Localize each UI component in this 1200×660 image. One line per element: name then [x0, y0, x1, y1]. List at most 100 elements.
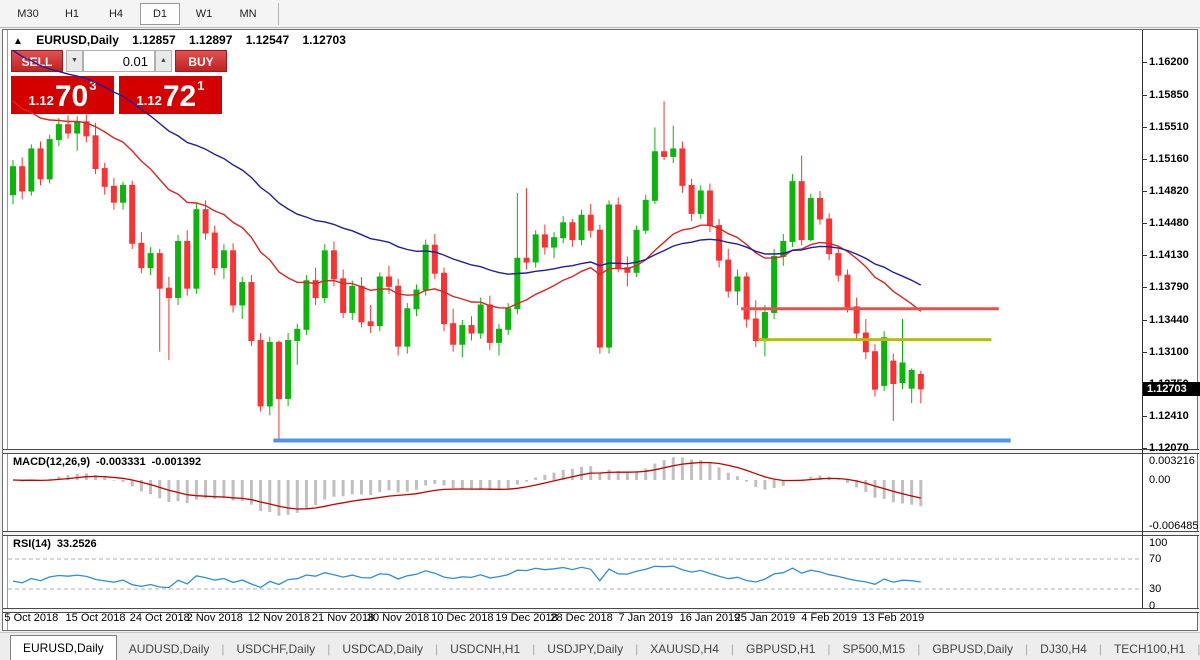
price-axis-label: 1.12410 — [1149, 410, 1189, 423]
rsi-axis-label: 0 — [1149, 600, 1156, 612]
candle-up — [321, 250, 328, 299]
timeframe-button-h1[interactable]: H1 — [52, 3, 92, 25]
candle-up — [266, 341, 273, 407]
chart-window: ▲ EURUSD,Daily 1.12857 1.12897 1.12547 1… — [2, 29, 1200, 631]
candle-down — [468, 325, 475, 334]
tab-dj30-h4[interactable]: DJ30,H4 — [1028, 638, 1099, 660]
price-axis-label: 1.14820 — [1149, 184, 1189, 197]
timeframe-button-m30[interactable]: M30 — [8, 3, 48, 25]
macd-pane[interactable] — [8, 453, 1141, 531]
candle-up — [46, 139, 53, 180]
rsi-axis-label: 30 — [1149, 583, 1162, 595]
candle-down — [725, 259, 732, 292]
candle-up — [303, 280, 310, 330]
price-axis-label: 1.15160 — [1149, 153, 1189, 166]
candle-up — [761, 311, 768, 342]
candle-down — [853, 306, 860, 334]
price-axis-tick — [1143, 190, 1147, 192]
tab-tech100-h1[interactable]: TECH100,H1 — [1102, 638, 1197, 660]
price-axis-label: 1.13100 — [1149, 345, 1189, 358]
tab-gbpusd-daily[interactable]: GBPUSD,Daily — [920, 638, 1025, 660]
candle-up — [175, 240, 182, 299]
timeframe-button-mn[interactable]: MN — [228, 3, 268, 25]
timeframe-button-d1[interactable]: D1 — [140, 2, 180, 25]
candle-up — [789, 181, 796, 242]
candle-down — [716, 225, 723, 261]
candle-up — [578, 214, 585, 241]
price-axis-tick — [1143, 62, 1147, 64]
candle-down — [367, 321, 374, 327]
tab-usdcad-daily[interactable]: USDCAD,Daily — [330, 638, 435, 660]
timeframe-button-h4[interactable]: H4 — [96, 3, 136, 25]
candle-down — [184, 240, 191, 289]
tab-usdjpy-daily[interactable]: USDJPY,Daily — [535, 638, 635, 660]
candle-up — [771, 255, 778, 313]
candle-down — [248, 282, 255, 342]
tab-xauusd-h4[interactable]: XAUUSD,H4 — [638, 638, 731, 660]
candle-down — [450, 323, 457, 345]
candle-down — [165, 287, 172, 299]
price-axis-tick — [1143, 255, 1147, 257]
price-axis-label: 1.13790 — [1149, 281, 1189, 294]
price-axis-tick — [1143, 416, 1147, 418]
toolbar-separator — [278, 2, 279, 25]
tab-gbpusd-h1[interactable]: GBPUSD,H1 — [734, 638, 827, 660]
timeframe-toolbar: M30 H1 H4 D1 W1 MN — [0, 0, 1200, 28]
candle-up — [376, 276, 383, 327]
chart-tab-bar: EURUSD,Daily AUDUSD,Daily | USDCHF,Daily | US… — [0, 632, 1200, 660]
candle-down — [752, 318, 759, 342]
tab-eurusd-daily[interactable]: EURUSD,Daily — [10, 635, 117, 660]
rsi-pane[interactable] — [8, 535, 1141, 607]
candle-down — [615, 204, 622, 269]
candle-up — [28, 148, 35, 192]
candle-down — [523, 257, 530, 263]
macd-axis-label: 0.00 — [1149, 474, 1171, 486]
price-axis-label: 1.15850 — [1149, 88, 1189, 101]
price-axis-tick — [1143, 448, 1147, 449]
price-axis-tick — [1143, 222, 1147, 224]
candle-up — [285, 340, 292, 399]
candle-up — [477, 304, 484, 334]
candle-up — [670, 148, 677, 157]
tab-usdchf-daily[interactable]: USDCHF,Daily — [225, 638, 328, 660]
tab-sp500-m15[interactable]: SP500,M15 — [831, 638, 918, 660]
price-axis-tick — [1143, 287, 1147, 289]
candle-down — [844, 274, 851, 308]
candle-up — [55, 124, 62, 141]
candle-down — [65, 124, 72, 134]
candle-up — [294, 328, 301, 342]
candle-up — [459, 325, 466, 345]
candle-up — [881, 337, 888, 386]
candle-down — [101, 168, 108, 187]
candle-up — [908, 369, 915, 389]
candle-down — [156, 253, 163, 289]
timeframe-button-w1[interactable]: W1 — [184, 3, 224, 25]
candle-down — [431, 244, 438, 274]
candle-up — [532, 234, 539, 263]
candle-down — [871, 351, 878, 390]
candle-down — [257, 340, 264, 407]
candle-down — [541, 234, 548, 248]
candle-up — [551, 237, 558, 248]
candle-down — [92, 135, 99, 170]
candle-up — [514, 257, 521, 310]
candle-down — [890, 360, 897, 385]
candle-down — [835, 253, 842, 276]
price-axis-tick — [1143, 351, 1147, 353]
candle-down — [385, 276, 392, 287]
candle-down — [202, 209, 209, 234]
candle-down — [395, 285, 402, 347]
price-axis-label: 1.13440 — [1149, 313, 1189, 326]
candle-down — [486, 304, 493, 343]
macd-axis-label: -0.006485 — [1149, 519, 1199, 532]
main-price-chart[interactable] — [8, 30, 1141, 450]
price-axis-label: 1.15510 — [1149, 120, 1189, 133]
candle-down — [37, 148, 44, 180]
candle-down — [826, 218, 833, 255]
price-axis-label: 1.14480 — [1149, 216, 1189, 229]
candle-up — [734, 276, 741, 292]
tab-usdcnh-h1[interactable]: USDCNH,H1 — [438, 638, 532, 660]
candle-down — [138, 242, 145, 269]
candle-down — [19, 166, 26, 192]
tab-audusd-daily[interactable]: AUDUSD,Daily — [117, 638, 222, 660]
